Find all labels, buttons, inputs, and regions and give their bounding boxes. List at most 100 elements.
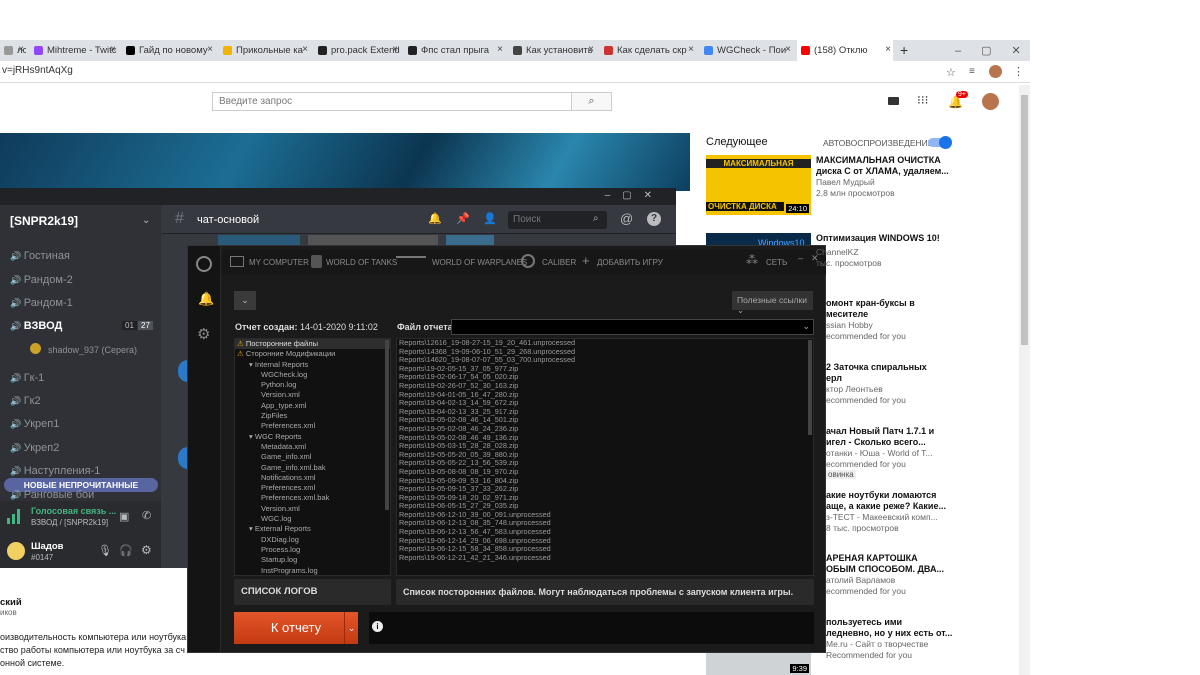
apps-grid-icon[interactable]: ⁝⁝⁝ (917, 94, 928, 106)
bell-icon[interactable]: 🔔 (428, 212, 442, 225)
nav-caliber[interactable]: CALIBER (542, 258, 576, 267)
nav-network[interactable]: СЕТЬ (766, 258, 787, 267)
file-list-item[interactable]: Reports\19-06-12-21_42_21_346.unprocesse… (397, 553, 813, 563)
tab-close-icon[interactable]: × (688, 44, 694, 55)
voice-channel[interactable]: ВЗВОД / [SNPR2k19] (31, 518, 108, 527)
tree-item[interactable]: Preferences.xml (235, 483, 390, 493)
chevron-down-icon[interactable]: ⌄ (142, 215, 150, 226)
rec-title[interactable]: ОБЫМ СПОСОБОМ. ДВА... (826, 564, 944, 575)
bookmark-star-icon[interactable]: ☆ (946, 66, 956, 79)
tree-item[interactable]: Metadata.xml (235, 442, 390, 452)
rec-title[interactable]: ачал Новый Патч 1.7.1 и (826, 426, 934, 437)
rec-title[interactable]: акие ноутбуки ломаются (826, 490, 936, 501)
quick-links-dropdown[interactable]: Полезные ссылки ⌄ (732, 291, 813, 315)
plus-icon[interactable]: + (582, 253, 590, 268)
browser-tab[interactable]: Гайд по новому × (122, 40, 215, 61)
settings-gear-icon[interactable]: ⚙ (141, 543, 152, 557)
nav-world-of-tanks[interactable]: WORLD OF TANKS (326, 258, 397, 267)
rec-thumbnail-0[interactable]: МАКСИМАЛЬНАЯ ОЧИСТКА ДИСКА 24:10 (706, 155, 811, 215)
tab-close-icon[interactable]: × (110, 44, 116, 55)
tab-close-icon[interactable]: × (302, 44, 308, 55)
tree-item[interactable]: ZipFiles (235, 411, 390, 421)
tree-item[interactable]: Version.xml (235, 390, 390, 400)
report-file-select[interactable]: ⌄ (451, 319, 814, 335)
tab-close-icon[interactable]: × (18, 44, 24, 55)
bell-icon[interactable]: 🔔 (198, 291, 214, 307)
tree-item[interactable]: ▾ WGC Reports (235, 432, 390, 442)
voice-channel-item[interactable]: 🔊 Укреп1 (10, 418, 59, 430)
microphone-icon[interactable]: 🎙 (98, 544, 112, 557)
voice-channel-item[interactable]: 🔊 Рандом-1 (10, 297, 73, 309)
voice-status[interactable]: Голосовая связь ... (31, 506, 116, 516)
info-icon[interactable]: i (372, 621, 383, 632)
tree-item[interactable]: Notifications.xml (235, 473, 390, 483)
create-video-icon[interactable] (888, 97, 899, 105)
rec-title[interactable]: пользуетесь ими (826, 617, 902, 628)
voice-channel-item[interactable]: 🔊 Укреп2 (10, 442, 59, 454)
youtube-avatar[interactable] (982, 93, 999, 110)
voice-channel-item[interactable]: 🔊 Рандом-2 (10, 274, 73, 286)
tree-item[interactable]: Python.log (235, 380, 390, 390)
tree-item[interactable]: Process.log (235, 545, 390, 555)
rec-title[interactable]: аще, а какие реже? Какие... (826, 501, 946, 512)
browser-tab[interactable]: Фпс стал прыга × (404, 40, 505, 61)
members-icon[interactable]: 👤 (483, 212, 497, 225)
voice-channel-item[interactable]: 🔊 Гк2 (10, 395, 41, 407)
voice-channel-item[interactable]: 🔊 Гк-1 (10, 372, 44, 384)
autoplay-toggle[interactable] (928, 136, 952, 149)
screen-share-icon[interactable]: ▣ (119, 510, 129, 523)
rec-title[interactable]: ерл (826, 373, 842, 384)
tree-item[interactable]: Game_info.xml (235, 452, 390, 462)
search-icon[interactable]: ⌕ (593, 213, 599, 224)
voice-channel-item[interactable]: 🔊 ВЗВОД 01 27 (10, 320, 153, 332)
tree-item[interactable]: ▾ Internal Reports (235, 360, 390, 370)
mention-icon[interactable]: @ (620, 211, 633, 226)
rec-title[interactable]: омонт кран-буксы в (826, 298, 915, 309)
browser-tab[interactable]: Как сделать скр × (600, 40, 696, 61)
user-avatar[interactable] (7, 542, 25, 560)
new-tab-button[interactable]: + (900, 42, 908, 58)
rec-title[interactable]: АРЕНАЯ КАРТОШКА (826, 553, 918, 564)
tab-close-icon[interactable]: × (785, 44, 791, 55)
rec-title[interactable]: ледневно, но у них есть от... (826, 628, 952, 639)
browser-tab[interactable]: лс × (0, 40, 26, 61)
tree-item[interactable]: ▾ External Reports (235, 524, 390, 534)
tab-close-icon[interactable]: × (588, 44, 594, 55)
tree-item[interactable]: ⚠ Сторонние Модификации (235, 349, 390, 359)
rec-title[interactable]: 2 Заточка спиральных (826, 362, 927, 373)
tab-close-icon[interactable]: × (392, 44, 398, 55)
search-icon[interactable]: ⌕ (571, 92, 612, 111)
tree-item[interactable]: Preferences.xml.bak (235, 493, 390, 503)
list-scrollbar[interactable] (808, 340, 812, 435)
rec-title[interactable]: МАКСИМАЛЬНАЯ ОЧИСТКА (816, 155, 941, 166)
browser-tab[interactable]: pro.pack Extend × (314, 40, 400, 61)
browser-tab[interactable]: Как установить × (509, 40, 596, 61)
browser-tab[interactable]: Mihtreme - Twitc × (30, 40, 118, 61)
tree-scrollbar[interactable] (385, 340, 389, 510)
tree-item[interactable]: App_type.xml (235, 401, 390, 411)
nav-add-game[interactable]: ДОБАВИТЬ ИГРУ (597, 258, 663, 267)
tree-item[interactable]: Preferences.xml (235, 421, 390, 431)
game-select-dropdown[interactable]: ⌄ (234, 291, 256, 310)
tree-item[interactable]: ⚠ Посторонние файлы (235, 339, 390, 350)
tab-close-icon[interactable]: × (497, 44, 503, 55)
rec-title[interactable]: игел - Сколько всего... (826, 437, 926, 448)
channel-name[interactable]: ский (0, 597, 22, 608)
disconnect-icon[interactable]: ✆ (142, 509, 151, 522)
nav-world-of-warplanes[interactable]: WORLD OF WARPLANES (432, 258, 527, 267)
url-text[interactable]: v=jRHs9ntAqXg (2, 65, 73, 76)
voice-channel-item[interactable]: 🔊 Ранговые бои (10, 489, 94, 501)
tree-item[interactable]: DXDiag.log (235, 535, 390, 545)
tree-item[interactable]: Game_info.xml.bak (235, 463, 390, 473)
to-report-button[interactable]: К отчету ⌄ (234, 612, 358, 644)
youtube-search-input[interactable]: Введите запрос (212, 92, 572, 111)
tree-item[interactable]: WGC.log (235, 514, 390, 524)
tree-item[interactable]: WGCheck.log (235, 370, 390, 380)
rec-title[interactable]: Оптимизация WINDOWS 10! (816, 233, 940, 244)
video-player[interactable] (0, 133, 690, 191)
tree-item[interactable]: InstPrograms.log (235, 566, 390, 575)
address-bar[interactable] (0, 61, 1030, 83)
server-name[interactable]: [SNPR2k19] (10, 214, 78, 228)
window-controls[interactable]: –▢✕ (955, 44, 1041, 57)
nav-my-computer[interactable]: MY COMPUTER (249, 258, 309, 267)
